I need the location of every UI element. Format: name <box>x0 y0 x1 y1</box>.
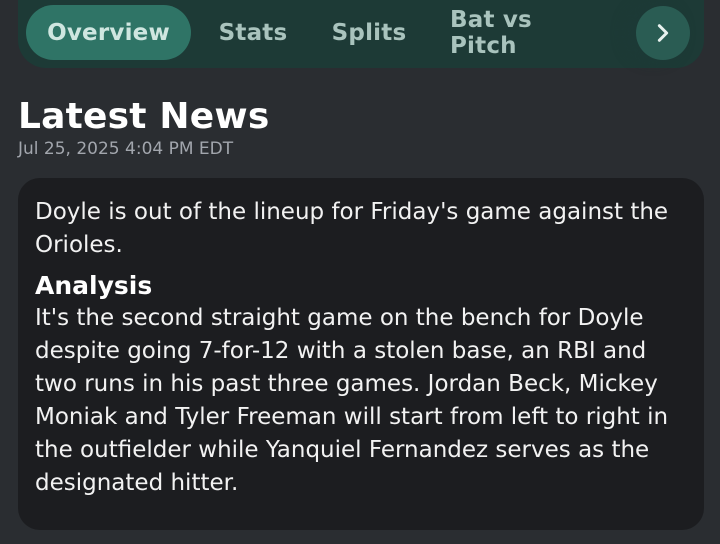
chevron-right-icon <box>657 24 669 42</box>
analysis-text: It's the second straight game on the ben… <box>35 305 669 496</box>
tab-bar: Overview Stats Splits Bat vs Pitch <box>18 0 704 68</box>
tab-bat-vs-pitch[interactable]: Bat vs Pitch <box>450 5 596 60</box>
news-card: Doyle is out of the lineup for Friday's … <box>18 178 704 530</box>
news-timestamp: Jul 25, 2025 4:04 PM EDT <box>18 139 234 159</box>
news-heading: Latest News <box>18 96 270 137</box>
analysis-heading: Analysis <box>35 271 153 300</box>
tab-stats[interactable]: Stats <box>213 5 293 60</box>
tab-overview[interactable]: Overview <box>26 5 191 60</box>
news-summary: Doyle is out of the lineup for Friday's … <box>35 199 669 258</box>
tab-splits[interactable]: Splits <box>332 5 406 60</box>
scroll-tabs-right-button[interactable] <box>636 6 690 60</box>
